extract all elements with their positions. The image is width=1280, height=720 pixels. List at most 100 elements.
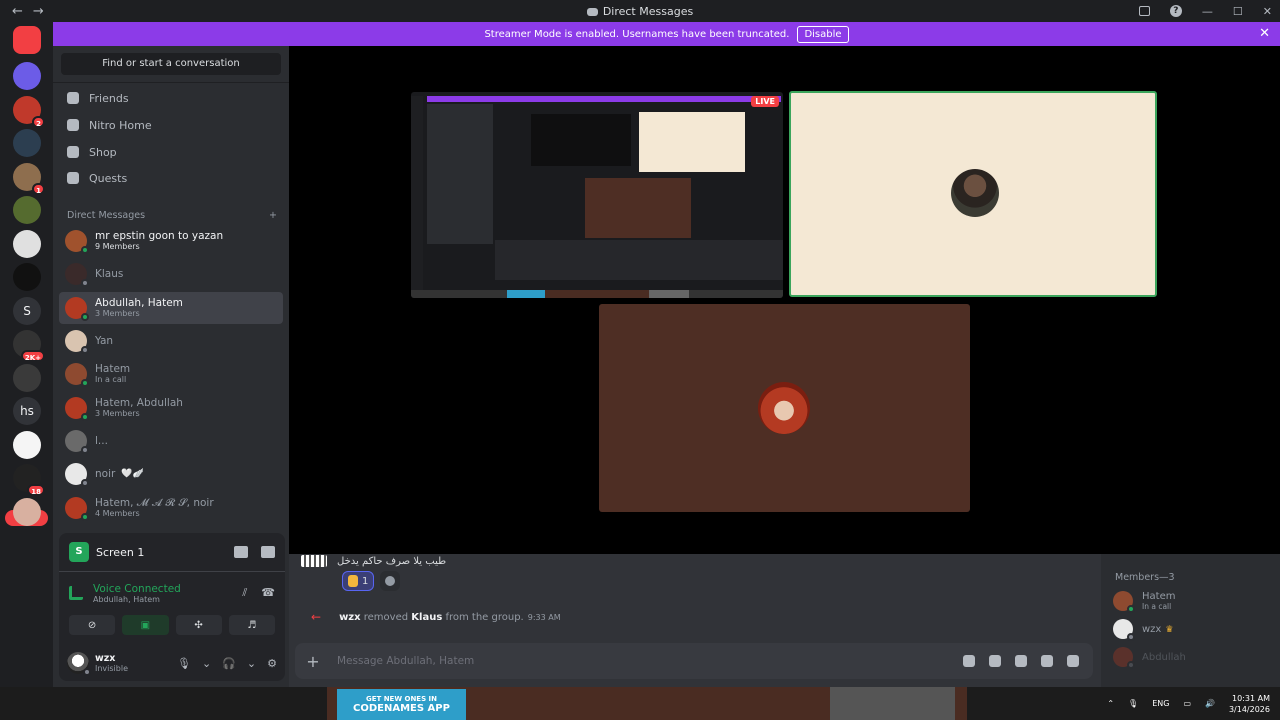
avatar: [65, 463, 89, 487]
close-button[interactable]: ✕: [1263, 5, 1272, 18]
dm-item[interactable]: mr epstin goon to yazan 9 Members: [59, 225, 283, 257]
voice-channel[interactable]: Abdullah, Hatem: [93, 595, 181, 604]
stream-preview-cam: [639, 112, 745, 172]
server-icon[interactable]: [13, 196, 41, 224]
headphones-icon[interactable]: 🎧: [222, 657, 236, 670]
dm-item[interactable]: Yan: [59, 325, 283, 357]
nav-label: Quests: [89, 171, 128, 185]
gif-icon[interactable]: [989, 655, 1001, 667]
status-indicator: [81, 246, 89, 254]
server-icon[interactable]: [13, 263, 41, 291]
member-item[interactable]: wzx ♛: [1113, 617, 1173, 641]
avatar: [951, 169, 999, 217]
server-icon[interactable]: [13, 129, 41, 157]
inbox-icon[interactable]: [1138, 6, 1150, 16]
server-icon[interactable]: [13, 497, 41, 526]
soundboard-button[interactable]: ♬: [228, 615, 275, 635]
maximize-button[interactable]: ☐: [1233, 5, 1243, 18]
stream-tile[interactable]: LIVE: [411, 92, 783, 298]
nav-nitro-home[interactable]: Nitro Home: [59, 113, 283, 137]
dm-item[interactable]: noir 🤍🪽: [59, 458, 283, 490]
apps-icon[interactable]: [1067, 655, 1079, 667]
network-icon[interactable]: ▭: [1183, 699, 1191, 708]
member-status: In a call: [1142, 602, 1172, 611]
status-indicator: [81, 346, 89, 354]
discord-home-icon[interactable]: [13, 26, 41, 54]
server-icon[interactable]: [13, 430, 41, 459]
dm-item[interactable]: Hatem, Abdullah 3 Members: [59, 392, 283, 424]
nav-friends[interactable]: Friends: [59, 86, 283, 110]
nav-label: Shop: [89, 145, 117, 159]
server-icon[interactable]: 18: [13, 464, 45, 496]
language-indicator[interactable]: ENG: [1152, 699, 1169, 708]
attach-button[interactable]: +: [295, 652, 331, 671]
system-actor[interactable]: wzx: [339, 612, 361, 623]
server-icon[interactable]: hs: [13, 397, 41, 425]
dm-item[interactable]: Hatem In a call: [59, 358, 283, 390]
system-tray: ⌃ 🎙 ENG ▭ 🔊 10:31 AM 3/14/2026: [1107, 687, 1270, 720]
status-indicator: [81, 479, 89, 487]
forward-icon[interactable]: →: [33, 4, 44, 19]
gear-icon[interactable]: ⚙: [267, 657, 277, 670]
microphone-icon[interactable]: 🎙: [1128, 699, 1138, 708]
server-icon[interactable]: [13, 62, 41, 90]
banner-close-icon[interactable]: ✕: [1259, 26, 1270, 41]
minimize-button[interactable]: —: [1202, 5, 1213, 18]
add-reaction-button[interactable]: [380, 571, 401, 591]
dm-item[interactable]: Abdullah, Hatem 3 Members: [59, 292, 283, 324]
disable-streamer-button[interactable]: Disable: [797, 25, 849, 43]
stream-preview-banner: [427, 96, 781, 102]
noise-suppression-icon[interactable]: ⫽: [242, 586, 247, 600]
member-item[interactable]: Abdullah: [1113, 645, 1186, 669]
nav-quests[interactable]: Quests: [59, 166, 283, 190]
screen-share-button[interactable]: ▣: [122, 615, 169, 635]
system-verb: removed: [363, 611, 409, 623]
server-icon[interactable]: 1: [13, 162, 45, 195]
status-indicator: [81, 313, 89, 321]
reaction-button[interactable]: 1: [342, 571, 375, 591]
avatar[interactable]: [67, 652, 91, 676]
help-icon[interactable]: ?: [1169, 5, 1182, 17]
codenames-ad[interactable]: GET NEW ONES IN CODENAMES APP: [337, 689, 466, 720]
stream-settings-icon[interactable]: [261, 546, 275, 558]
activities-button[interactable]: ✣: [175, 615, 222, 635]
dm-name: Abdullah, Hatem: [95, 297, 183, 309]
search-input[interactable]: Find or start a conversation: [61, 53, 281, 75]
signal-icon[interactable]: [69, 586, 83, 600]
avatar[interactable]: [301, 555, 327, 567]
system-target[interactable]: Klaus: [411, 612, 442, 623]
member-item[interactable]: Hatem In a call: [1113, 589, 1175, 613]
avatar: [1113, 591, 1135, 613]
emoji-icon[interactable]: [1041, 655, 1053, 667]
server-icon[interactable]: [13, 229, 41, 258]
server-icon[interactable]: [13, 363, 41, 392]
volume-icon[interactable]: 🔊: [1205, 699, 1215, 708]
dm-item[interactable]: l...: [59, 425, 283, 457]
voice-status[interactable]: Voice Connected: [93, 583, 181, 595]
create-dm-button[interactable]: +: [269, 210, 277, 221]
video-tile-hatem[interactable]: [789, 91, 1157, 297]
server-icon[interactable]: 2K+: [13, 330, 45, 362]
chevron-down-icon[interactable]: ⌄: [247, 657, 256, 670]
nav-shop[interactable]: Shop: [59, 140, 283, 164]
chevron-up-icon[interactable]: ⌃: [1107, 699, 1114, 708]
chevron-down-icon[interactable]: ⌄: [202, 657, 211, 670]
video-tile-abdullah[interactable]: [599, 304, 970, 512]
dm-item[interactable]: Klaus: [59, 258, 283, 290]
gift-icon[interactable]: [963, 655, 975, 667]
dm-subtext: 4 Members: [95, 509, 140, 518]
message-input[interactable]: [337, 655, 963, 667]
sticker-icon[interactable]: [1015, 655, 1027, 667]
server-icon[interactable]: 2: [13, 95, 45, 128]
camera-button[interactable]: ⊘: [69, 615, 116, 635]
microphone-icon[interactable]: 🎙: [177, 657, 191, 670]
dm-item[interactable]: Hatem, 𝓜 𝓐 𝓡 𝓢, noir 4 Members: [59, 492, 283, 524]
stop-stream-icon[interactable]: [234, 546, 248, 558]
username[interactable]: wzx: [95, 653, 128, 664]
avatar: [65, 497, 89, 521]
clock[interactable]: 10:31 AM 3/14/2026: [1229, 693, 1270, 715]
back-icon[interactable]: ←: [12, 4, 23, 19]
avatar: [65, 263, 89, 287]
disconnect-icon[interactable]: ☎: [261, 586, 275, 600]
server-icon[interactable]: S: [13, 296, 41, 325]
